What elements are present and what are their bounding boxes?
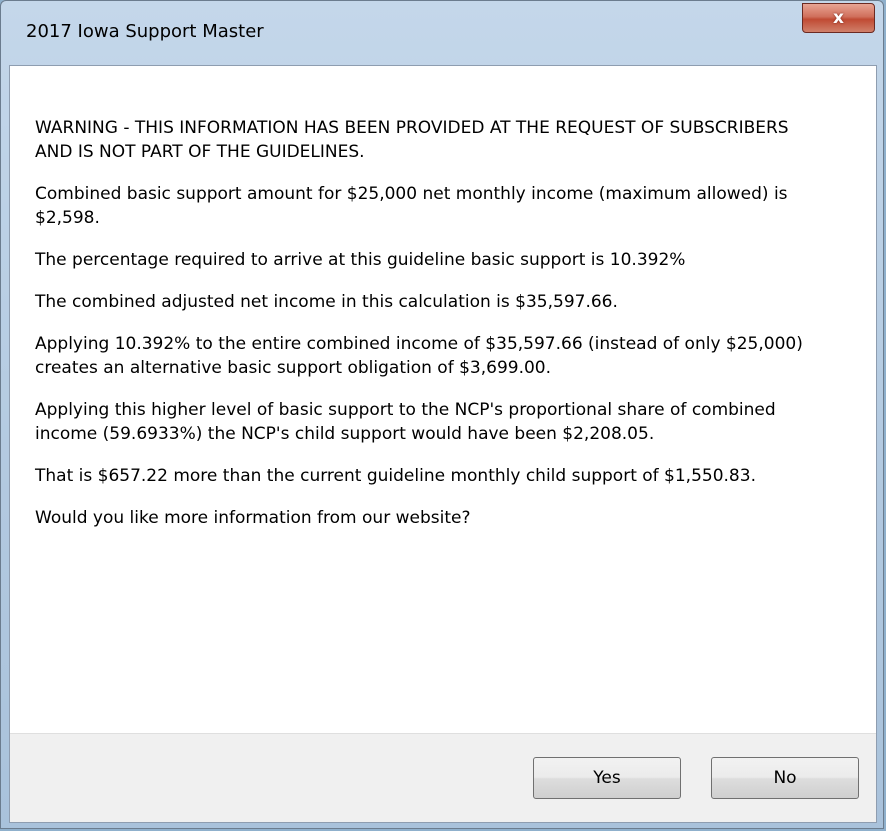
yes-button[interactable]: Yes	[533, 757, 681, 799]
difference-paragraph: That is $657.22 more than the current gu…	[35, 466, 756, 486]
question-paragraph: Would you like more information from our…	[35, 508, 471, 528]
button-bar: Yes No	[10, 733, 876, 822]
title-bar[interactable]: 2017 Iowa Support Master x	[1, 1, 885, 65]
combined-income-paragraph: The combined adjusted net income in this…	[35, 292, 618, 312]
dialog-body: WARNING - THIS INFORMATION HAS BEEN PROV…	[9, 65, 877, 823]
ncp-share-paragraph: Applying this higher level of basic supp…	[35, 400, 776, 444]
percentage-paragraph: The percentage required to arrive at thi…	[35, 250, 686, 270]
message-text: WARNING - THIS INFORMATION HAS BEEN PROV…	[35, 116, 815, 548]
no-button[interactable]: No	[711, 757, 859, 799]
message-dialog: 2017 Iowa Support Master x WARNING - THI…	[0, 0, 884, 829]
warning-paragraph: WARNING - THIS INFORMATION HAS BEEN PROV…	[35, 118, 789, 162]
alternative-obligation-paragraph: Applying 10.392% to the entire combined …	[35, 334, 803, 378]
window-title: 2017 Iowa Support Master	[26, 21, 264, 42]
close-icon: x	[833, 7, 844, 28]
basic-support-paragraph: Combined basic support amount for $25,00…	[35, 184, 788, 228]
close-button[interactable]: x	[802, 3, 875, 33]
